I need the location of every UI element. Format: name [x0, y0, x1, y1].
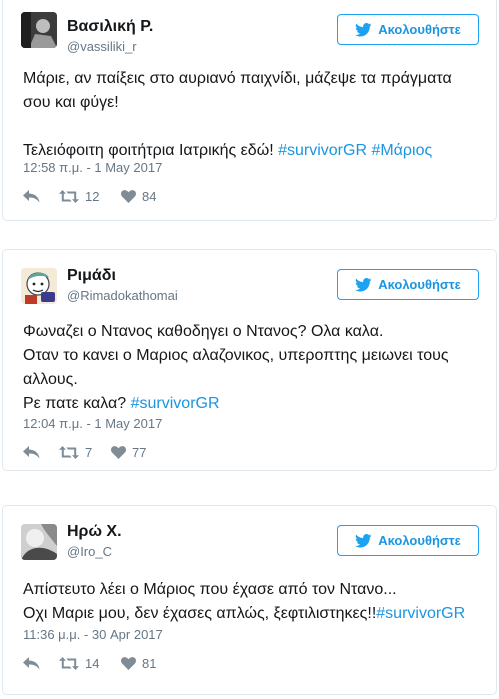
heart-icon: [111, 446, 126, 459]
avatar[interactable]: [21, 268, 57, 304]
retweet-button[interactable]: 7: [59, 445, 111, 460]
tweet-text-line: Φωναζει ο Ντανος καθοδηγει ο Ντανος? Ολα…: [23, 323, 384, 340]
retweet-icon: [59, 190, 79, 203]
reply-icon: [23, 657, 40, 670]
tweet-text-segment: Οχι Μαριε μου, δεν έχασες απλώς, ξεφτιλι…: [23, 605, 377, 622]
tweet-card: Ηρώ Χ. @Iro_C Ακολουθήστε Απίστευτο λέει…: [2, 505, 497, 695]
reply-button[interactable]: [23, 446, 59, 459]
reply-icon: [23, 446, 40, 459]
like-button[interactable]: 84: [121, 189, 181, 204]
hashtag-link[interactable]: #Μάριος: [371, 142, 432, 159]
author-handle[interactable]: @vassiliki_r: [67, 39, 137, 54]
like-count: 77: [132, 445, 147, 460]
tweet-text-segment: Ρε πατε καλα?: [23, 395, 131, 412]
hashtag-link[interactable]: #survivorGR: [278, 142, 367, 159]
follow-label: Ακολουθήστε: [378, 277, 461, 292]
author-name[interactable]: Ηρώ Χ.: [67, 523, 122, 541]
twitter-bird-icon: [355, 22, 372, 36]
retweet-button[interactable]: 14: [59, 656, 121, 671]
reply-icon: [23, 190, 40, 203]
follow-button[interactable]: Ακολουθήστε: [337, 269, 479, 300]
like-button[interactable]: 77: [111, 445, 171, 460]
reply-button[interactable]: [23, 657, 59, 670]
retweet-icon: [59, 446, 79, 459]
author-name[interactable]: Ριμάδι: [67, 267, 116, 285]
retweet-icon: [59, 657, 79, 670]
follow-button[interactable]: Ακολουθήστε: [337, 14, 479, 45]
hashtag-link[interactable]: #survivorGR: [376, 605, 465, 622]
twitter-bird-icon: [355, 277, 372, 291]
tweet-actions: 7 77: [23, 445, 171, 460]
heart-icon: [121, 657, 136, 670]
tweet-card: Ριμάδι @Rimadokathomai Ακολουθήστε Φωναζ…: [2, 249, 497, 471]
follow-label: Ακολουθήστε: [378, 22, 461, 37]
retweet-count: 14: [85, 656, 100, 671]
avatar[interactable]: [21, 524, 57, 560]
tweet-text-line: Απίστευτο λέει ο Μάριος που έχασε από το…: [23, 581, 397, 598]
tweet-timestamp[interactable]: 12:58 π.μ. - 1 May 2017: [23, 160, 162, 175]
retweet-count: 12: [85, 189, 100, 204]
tweet-text-line: Ρε πατε καλα? #survivorGR: [23, 392, 476, 416]
tweet-timestamp[interactable]: 12:04 π.μ. - 1 May 2017: [23, 416, 162, 431]
tweet-actions: 14 81: [23, 656, 181, 671]
like-count: 84: [142, 189, 157, 204]
tweet-text: Μάριε, αν παίξεις στο αυριανό παιχνίδι, …: [23, 67, 476, 163]
like-count: 81: [142, 656, 157, 671]
tweet-text-line: Οταν το κανει ο Μαριος αλαζονικος, υπερο…: [23, 347, 449, 388]
follow-button[interactable]: Ακολουθήστε: [337, 525, 479, 556]
retweet-count: 7: [85, 445, 93, 460]
like-button[interactable]: 81: [121, 656, 181, 671]
tweet-text-line: Μάριε, αν παίξεις στο αυριανό παιχνίδι, …: [23, 70, 452, 111]
tweet-text: Απίστευτο λέει ο Μάριος που έχασε από το…: [23, 578, 476, 626]
tweet-timestamp[interactable]: 11:36 μ.μ. - 30 Apr 2017: [23, 627, 163, 642]
tweet-text-line: Οχι Μαριε μου, δεν έχασες απλώς, ξεφτιλι…: [23, 602, 476, 626]
heart-icon: [121, 190, 136, 203]
author-name[interactable]: Βασιλική Ρ.: [67, 18, 153, 36]
retweet-button[interactable]: 12: [59, 189, 121, 204]
follow-label: Ακολουθήστε: [378, 533, 461, 548]
twitter-bird-icon: [355, 533, 372, 547]
hashtag-link[interactable]: #survivorGR: [131, 395, 220, 412]
tweet-card: Βασιλική Ρ. @vassiliki_r Ακολουθήστε Μάρ…: [2, 0, 497, 221]
tweet-actions: 12 84: [23, 189, 181, 204]
tweet-text-segment: Τελειόφοιτη φοιτήτρια Ιατρικής εδώ!: [23, 142, 279, 159]
avatar[interactable]: [21, 12, 57, 48]
reply-button[interactable]: [23, 190, 59, 203]
author-handle[interactable]: @Rimadokathomai: [67, 288, 178, 303]
tweet-text: Φωναζει ο Ντανος καθοδηγει ο Ντανος? Ολα…: [23, 320, 476, 416]
author-handle[interactable]: @Iro_C: [67, 544, 112, 559]
